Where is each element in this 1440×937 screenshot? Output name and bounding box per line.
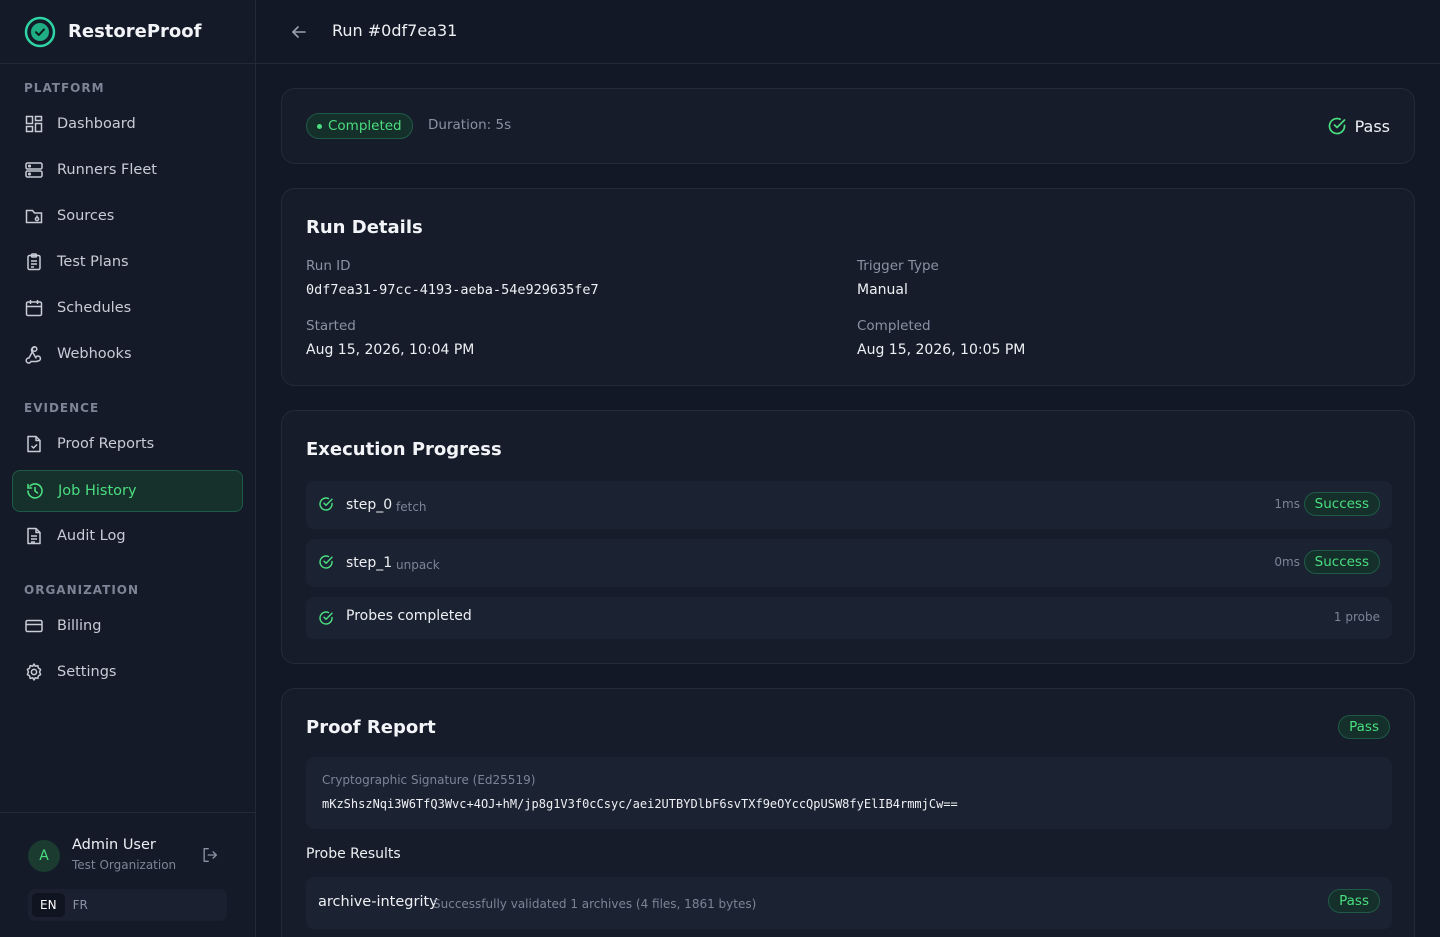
sidebar-item-job-history[interactable]: Job History — [12, 470, 243, 512]
probe-name: archive-integrity — [318, 894, 438, 910]
gear-icon — [26, 663, 42, 681]
sidebar-item-dashboard[interactable]: Dashboard — [12, 103, 243, 145]
topbar: Run #0df7ea31 — [256, 0, 1440, 64]
sidebar-item-label: Audit Log — [57, 528, 126, 544]
proof-report-title: Proof Report — [306, 717, 436, 738]
step-row[interactable]: step_1 unpack 0ms Success — [306, 539, 1392, 587]
probe-description: Successfully validated 1 archives (4 fil… — [433, 897, 757, 911]
trigger-type-value: Manual — [857, 282, 908, 298]
trigger-type-label: Trigger Type — [857, 258, 939, 274]
proof-result-badge: Pass — [1338, 715, 1390, 739]
step-type: fetch — [396, 500, 427, 514]
sidebar-item-label: Test Plans — [57, 254, 129, 270]
avatar[interactable]: A — [28, 840, 60, 872]
step-status-badge: Success — [1303, 492, 1380, 516]
brand-name: RestoreProof — [68, 21, 202, 42]
logo-icon — [24, 16, 56, 47]
signature-label: Cryptographic Signature (Ed25519) — [322, 773, 536, 787]
signature-value[interactable]: mKzShszNqi3W6TfQ3Wvc+4OJ+hM/jp8g1V3f0cCs… — [322, 797, 958, 811]
probe-result-row: archive-integrity Successfully validated… — [306, 877, 1392, 929]
user-name: Admin User — [72, 837, 156, 853]
sidebar-item-settings[interactable]: Settings — [12, 651, 243, 693]
sidebar-item-label: Webhooks — [57, 346, 132, 362]
step-name: step_0 — [346, 497, 393, 513]
user-org: Test Organization — [72, 858, 177, 872]
check-circle-icon — [319, 497, 333, 511]
run-id-value: 0df7ea31-97cc-4193-aeba-54e929635fe7 — [306, 282, 599, 298]
sidebar-item-label: Job History — [58, 483, 137, 499]
sidebar-item-label: Dashboard — [57, 116, 136, 132]
sidebar-item-schedules[interactable]: Schedules — [12, 287, 243, 329]
sidebar-item-webhooks[interactable]: Webhooks — [12, 333, 243, 375]
run-id-label: Run ID — [306, 258, 351, 274]
probes-row: Probes completed 1 probe — [306, 597, 1392, 639]
file-check-icon — [27, 435, 41, 453]
lang-fr-button[interactable]: FR — [65, 893, 96, 917]
probes-label: Probes completed — [346, 608, 472, 624]
result-text: Pass — [1354, 116, 1390, 136]
document-icon — [27, 527, 41, 545]
started-value: Aug 15, 2026, 10:04 PM — [306, 342, 475, 358]
step-duration: 1ms — [1274, 497, 1300, 511]
sidebar-item-billing[interactable]: Billing — [12, 605, 243, 647]
probe-results-label: Probe Results — [306, 846, 401, 862]
lang-en-button[interactable]: EN — [32, 893, 65, 917]
calendar-icon — [25, 300, 43, 317]
sidebar-footer: A Admin User Test Organization EN FR — [0, 812, 256, 937]
server-icon — [25, 162, 43, 178]
signature-box: Cryptographic Signature (Ed25519) mKzShs… — [306, 757, 1392, 829]
completed-value: Aug 15, 2026, 10:05 PM — [857, 342, 1026, 358]
sidebar-item-label: Proof Reports — [57, 436, 155, 452]
completed-label: Completed — [857, 318, 931, 334]
run-details-title: Run Details — [306, 217, 423, 238]
step-type: unpack — [396, 558, 440, 572]
step-name: step_1 — [346, 555, 393, 571]
section-platform: PLATFORM — [24, 81, 105, 95]
proof-report-card: Proof Report Pass Cryptographic Signatur… — [281, 688, 1415, 937]
duration: Duration: 5s — [428, 117, 512, 133]
section-organization: ORGANIZATION — [24, 583, 140, 597]
probes-count: 1 probe — [1333, 610, 1380, 624]
step-row[interactable]: step_0 fetch 1ms Success — [306, 481, 1392, 529]
status-dot — [317, 123, 322, 129]
status-badge: Completed — [306, 113, 413, 139]
credit-card-icon — [25, 619, 43, 633]
folder-icon — [25, 209, 43, 224]
execution-title: Execution Progress — [306, 439, 502, 460]
webhook-icon — [25, 345, 42, 364]
sidebar-item-label: Schedules — [57, 300, 132, 316]
sidebar-item-sources[interactable]: Sources — [12, 195, 243, 237]
sidebar-item-label: Billing — [57, 618, 102, 634]
clipboard-icon — [27, 253, 41, 271]
section-evidence: EVIDENCE — [24, 401, 100, 415]
step-duration: 0ms — [1274, 555, 1300, 569]
history-icon — [27, 483, 43, 499]
result-indicator: Pass — [1327, 116, 1390, 136]
run-summary-card: Completed Duration: 5s Pass — [281, 88, 1415, 164]
check-circle-icon — [1328, 117, 1345, 135]
sidebar-item-audit-log[interactable]: Audit Log — [12, 515, 243, 557]
sidebar-item-proof-reports[interactable]: Proof Reports — [12, 423, 243, 465]
status-text: Completed — [328, 118, 402, 134]
sidebar-item-test-plans[interactable]: Test Plans — [12, 241, 243, 283]
run-details-card: Run Details Run ID 0df7ea31-97cc-4193-ae… — [281, 188, 1415, 386]
sidebar-item-label: Settings — [57, 664, 117, 680]
step-status-badge: Success — [1303, 550, 1380, 574]
sidebar-item-label: Sources — [57, 208, 115, 224]
execution-progress-card: Execution Progress step_0 fetch 1ms Succ… — [281, 410, 1415, 664]
check-circle-icon — [319, 555, 333, 569]
language-switcher: EN FR — [28, 889, 227, 921]
page-title: Run #0df7ea31 — [332, 21, 458, 40]
logout-icon[interactable] — [201, 846, 219, 864]
check-circle-icon — [319, 611, 333, 625]
back-arrow-icon[interactable] — [290, 23, 308, 41]
probe-result-badge: Pass — [1328, 889, 1380, 913]
dashboard-icon — [25, 115, 43, 133]
started-label: Started — [306, 318, 356, 334]
sidebar: RestoreProof PLATFORM Dashboard Runners … — [0, 0, 256, 937]
sidebar-item-label: Runners Fleet — [57, 162, 157, 178]
sidebar-item-runners-fleet[interactable]: Runners Fleet — [12, 149, 243, 191]
brand[interactable]: RestoreProof — [0, 0, 255, 64]
